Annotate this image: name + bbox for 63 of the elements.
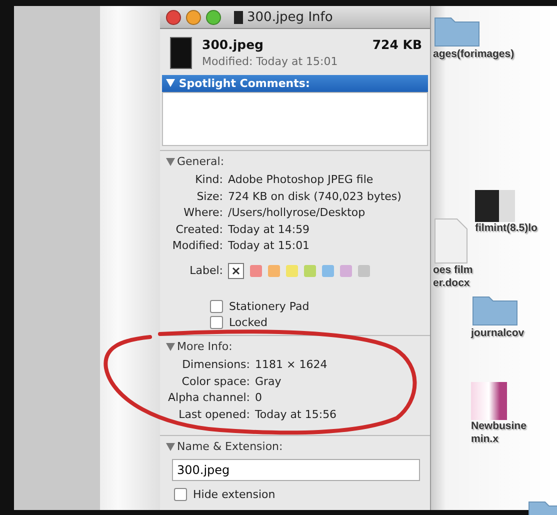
info-label: Dimensions:	[181, 357, 250, 373]
info-label: Modified:	[171, 238, 223, 254]
desktop-item-label[interactable]: journalcov	[471, 327, 524, 340]
info-label: Color space:	[180, 374, 250, 390]
info-value: Gray	[255, 374, 282, 390]
section-header[interactable]: More Info:	[177, 340, 232, 353]
info-label: Label:	[188, 262, 223, 278]
info-value: Today at 15:56	[255, 406, 338, 422]
section-header[interactable]: Name & Extension:	[177, 440, 283, 453]
checkbox-label[interactable]: Locked	[229, 316, 268, 329]
close-button[interactable]	[166, 10, 181, 24]
info-value: 724 KB on disk (740,023 bytes)	[228, 188, 402, 204]
no-label-option[interactable]	[228, 262, 244, 279]
label-swatch[interactable]	[340, 264, 352, 277]
disclosure-triangle-icon[interactable]	[166, 158, 175, 166]
info-label: Size:	[196, 188, 223, 204]
info-value: /Users/hollyrose/Desktop	[228, 205, 366, 221]
modified-date: Modified: Today at 15:01	[202, 55, 339, 68]
file-size: 724 KB	[372, 37, 422, 52]
desktop-item-label[interactable]: er.docx	[433, 277, 470, 290]
info-value: Today at 15:01	[228, 238, 311, 254]
close-icon	[232, 266, 240, 275]
label-swatch[interactable]	[322, 264, 334, 277]
desktop-item-label[interactable]: Newbusine	[471, 420, 526, 433]
info-value: 0	[255, 390, 263, 406]
desktop-item-label[interactable]: min.x	[471, 433, 498, 446]
disclosure-triangle-icon[interactable]	[166, 442, 175, 450]
info-label: Kind:	[194, 172, 223, 188]
info-value: Today at 14:59	[228, 222, 311, 238]
label-swatch[interactable]	[250, 264, 262, 277]
checkbox-label[interactable]: Stationery Pad	[229, 300, 310, 313]
label-swatch[interactable]	[358, 264, 370, 277]
spreadsheet-thumbnail[interactable]	[471, 382, 507, 420]
file-icon	[234, 10, 243, 24]
desktop-item-label[interactable]: ages(forimages)	[433, 48, 514, 61]
info-label: Created:	[174, 222, 223, 238]
label-swatch[interactable]	[304, 264, 316, 277]
checkbox[interactable]	[210, 316, 223, 329]
desktop-item-label[interactable]: filmint(8.5)lo	[475, 222, 538, 235]
disclosure-triangle-icon[interactable]	[166, 342, 175, 350]
desktop-item-label[interactable]: oes film	[433, 264, 473, 277]
file-name: 300.jpeg	[202, 37, 264, 52]
checkbox[interactable]	[210, 300, 223, 313]
info-value: 1181 × 1624	[255, 357, 328, 373]
info-label: Alpha channel:	[166, 390, 250, 406]
disclosure-triangle-icon[interactable]	[166, 79, 175, 87]
window-title: 300.jpeg Info	[247, 10, 333, 24]
comments-field[interactable]	[162, 92, 428, 146]
info-value: Adobe Photoshop JPEG file	[228, 172, 374, 188]
section-header[interactable]: Spotlight Comments:	[162, 75, 428, 92]
info-label: Last opened:	[178, 406, 250, 422]
checkbox-label[interactable]: Hide extension	[193, 488, 276, 501]
label-swatch[interactable]	[286, 264, 298, 277]
minimize-button[interactable]	[186, 10, 201, 24]
name-field[interactable]: 300.jpeg	[172, 459, 420, 481]
section-header[interactable]: General:	[177, 155, 224, 168]
label-swatch[interactable]	[268, 264, 280, 277]
zoom-button[interactable]	[206, 10, 221, 24]
image-thumbnail[interactable]	[475, 190, 515, 222]
file-thumbnail	[170, 37, 192, 69]
checkbox[interactable]	[174, 488, 187, 501]
info-label: Where:	[182, 205, 223, 221]
document-icon[interactable]	[433, 218, 469, 264]
